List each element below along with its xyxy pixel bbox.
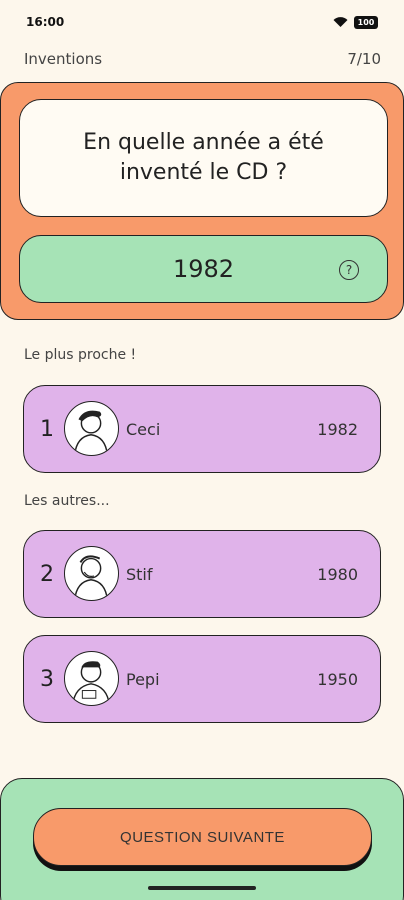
closest-label: Le plus proche ! xyxy=(24,347,137,363)
quiz-header: Inventions 7/10 xyxy=(24,50,381,68)
player-name: Pepi xyxy=(126,669,160,689)
next-question-button[interactable]: QUESTION SUIVANTE xyxy=(33,808,372,866)
player-name: Stif xyxy=(126,564,153,584)
player-card-closest: 1 Ceci 1982 xyxy=(23,385,381,473)
player-name: Ceci xyxy=(126,419,161,439)
person-avatar xyxy=(64,546,119,601)
question-progress: 7/10 xyxy=(347,50,381,68)
status-time: 16:00 xyxy=(26,15,65,29)
status-bar: 16:00 100 xyxy=(0,0,404,44)
question-card: En quelle année a été inventé le CD ? 19… xyxy=(0,82,404,320)
person-avatar xyxy=(64,651,119,706)
player-rank: 2 xyxy=(40,561,54,587)
others-label: Les autres... xyxy=(24,493,110,509)
correct-answer: 1982 xyxy=(172,255,235,283)
question-text: En quelle année a été inventé le CD ? xyxy=(19,99,388,217)
player-rank: 3 xyxy=(40,666,54,692)
player-card: 3 Pepi 1950 xyxy=(23,635,381,723)
person-avatar xyxy=(64,401,119,456)
player-card: 2 Stif 1980 xyxy=(23,530,381,618)
wifi-icon xyxy=(333,17,348,27)
player-answer: 1980 xyxy=(317,564,358,584)
battery-icon: 100 xyxy=(354,15,378,29)
player-answer: 1982 xyxy=(317,419,358,439)
answer-box: 1982 ? xyxy=(19,235,388,303)
player-answer: 1950 xyxy=(317,669,358,689)
help-icon[interactable]: ? xyxy=(339,260,359,280)
category-title: Inventions xyxy=(24,50,103,68)
status-icons: 100 xyxy=(333,15,378,29)
home-indicator[interactable] xyxy=(148,886,256,890)
player-rank: 1 xyxy=(40,416,54,442)
